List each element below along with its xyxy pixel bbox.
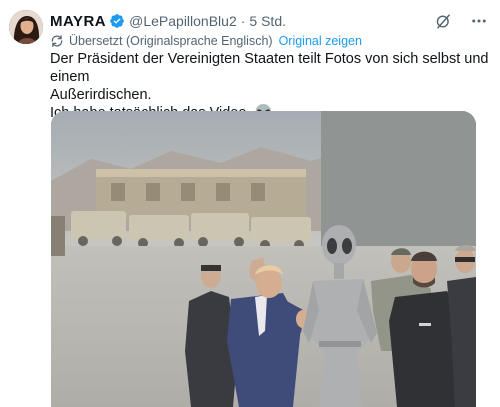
show-original-link[interactable]: Original zeigen — [279, 34, 362, 48]
verified-badge-icon — [110, 14, 124, 28]
translate-icon — [51, 35, 63, 47]
handle[interactable]: @LePapillonBlu2 — [129, 13, 237, 29]
grok-button[interactable] — [434, 12, 452, 30]
avatar[interactable] — [9, 10, 43, 44]
display-name[interactable]: MAYRA — [50, 13, 106, 30]
video-frame — [51, 111, 476, 407]
separator-dot: · — [240, 13, 246, 29]
tweet-text-line: Der Präsident der Vereinigten Staaten te… — [50, 51, 489, 85]
avatar-image — [9, 10, 43, 44]
more-button[interactable] — [470, 12, 488, 30]
translation-note: Übersetzt (Originalsprache Englisch) — [69, 34, 273, 48]
tweet-header: MAYRA @LePapillonBlu2 · 5 Std. — [50, 11, 490, 31]
timestamp[interactable]: 5 Std. — [249, 13, 286, 29]
tweet-text-line: Außerirdischen. — [50, 87, 152, 103]
tweet-actions-top — [434, 12, 488, 30]
grok-icon — [436, 13, 450, 29]
more-icon — [472, 19, 486, 23]
tweet-video[interactable] — [51, 111, 476, 407]
translation-row: Übersetzt (Originalsprache Englisch) Ori… — [50, 33, 362, 49]
